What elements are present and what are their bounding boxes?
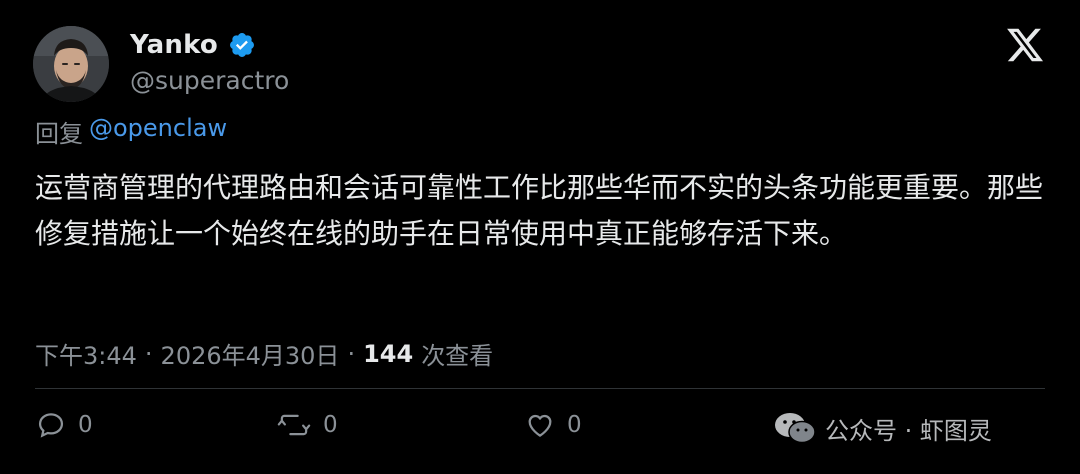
- reply-count: 0: [78, 412, 93, 438]
- views-count: 144: [363, 339, 414, 368]
- wechat-watermark: 公众号 · 虾图灵: [773, 408, 992, 448]
- meta-separator: ·: [144, 339, 153, 368]
- avatar-man-icon: [33, 26, 109, 102]
- watermark-text: 公众号 · 虾图灵: [825, 416, 992, 445]
- user-handle[interactable]: @superactro: [130, 66, 289, 95]
- tweet-time[interactable]: 下午3:44: [35, 336, 137, 371]
- retweet-count: 0: [323, 412, 338, 438]
- like-count: 0: [567, 412, 582, 438]
- x-logo-icon[interactable]: [1005, 25, 1045, 65]
- avatar[interactable]: [33, 26, 109, 102]
- meta-separator: ·: [347, 339, 356, 368]
- tweet-text: 运营商管理的代理路由和会话可靠性工作比那些华而不实的头条功能更重要。那些修复措施…: [35, 171, 1044, 250]
- verified-badge-icon: [228, 31, 256, 59]
- retweet-icon: [277, 414, 311, 436]
- reply-prefix: 回复: [35, 120, 83, 148]
- wechat-logo-icon: [775, 413, 816, 444]
- reply-bubble-icon: [38, 413, 64, 438]
- display-name[interactable]: Yanko: [130, 30, 218, 60]
- views-label: 次查看: [421, 342, 494, 370]
- like-button[interactable]: 0: [525, 407, 582, 443]
- retweet-button[interactable]: 0: [277, 407, 338, 443]
- reply-context: 回复 @openclaw: [35, 114, 227, 149]
- divider: [35, 388, 1045, 389]
- author-name-row[interactable]: Yanko: [130, 28, 256, 62]
- heart-icon: [528, 414, 552, 437]
- reply-mention-link[interactable]: @openclaw: [89, 114, 227, 149]
- tweet-date[interactable]: 2026年4月30日: [161, 336, 340, 371]
- reply-button[interactable]: 0: [36, 407, 93, 443]
- tweet-meta: 下午3:44 · 2026年4月30日 · 144 次查看: [35, 336, 493, 371]
